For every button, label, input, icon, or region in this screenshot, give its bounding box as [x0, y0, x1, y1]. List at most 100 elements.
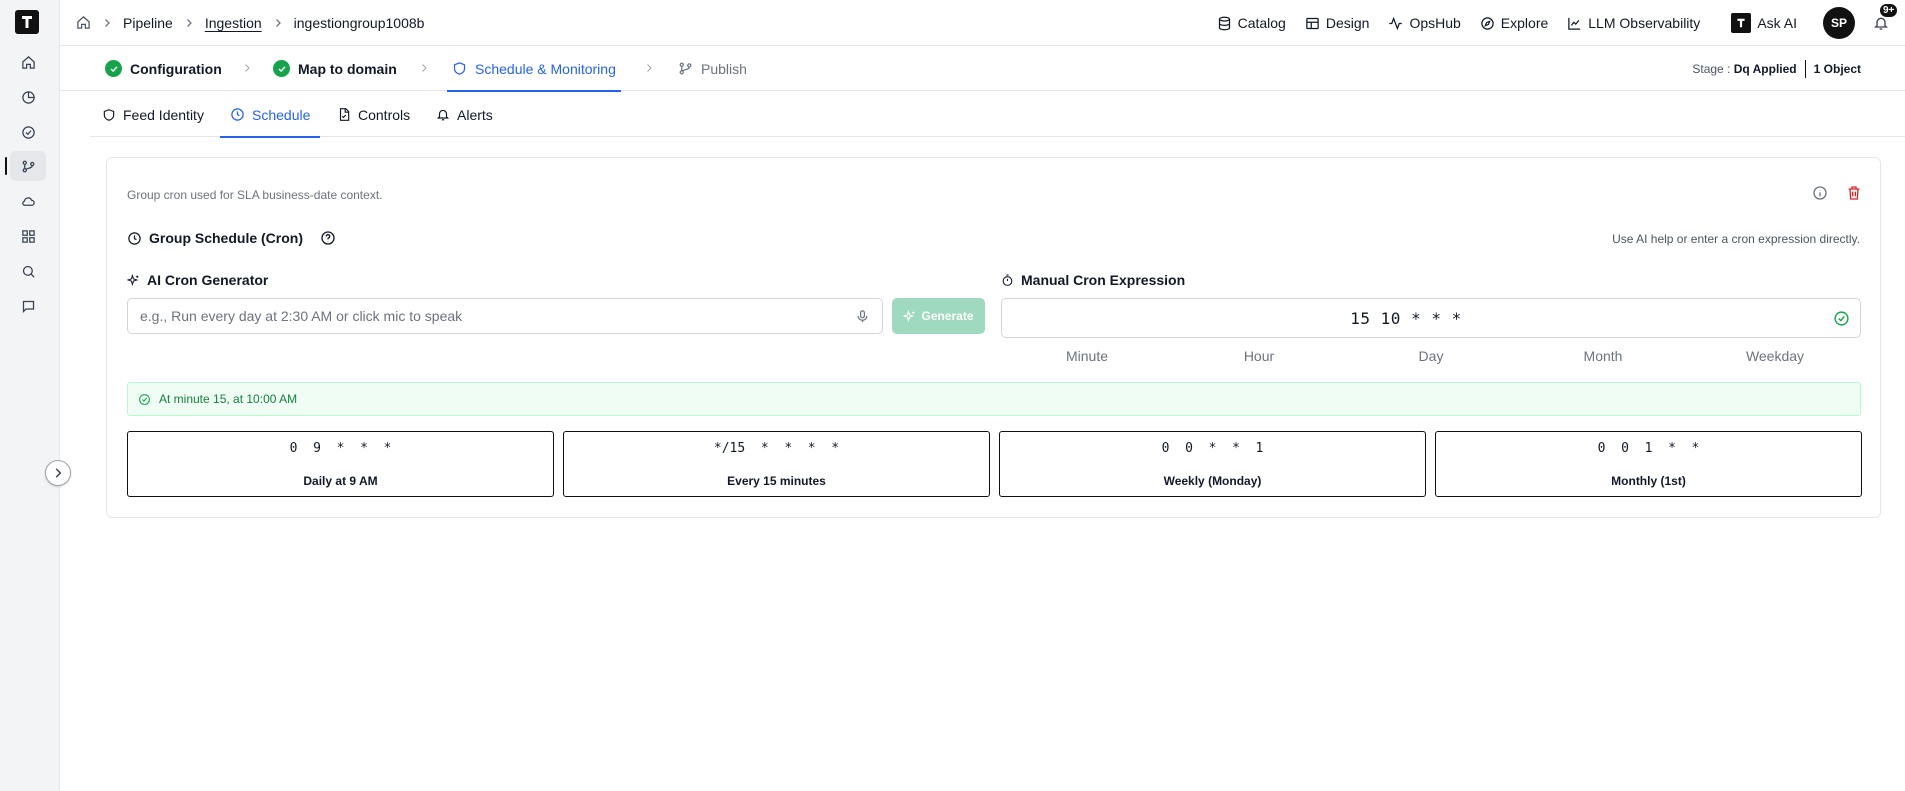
ai-generator-label-text: AI Cron Generator [147, 272, 269, 288]
preset-every-15-minutes[interactable]: */15 * * * * Every 15 minutes [563, 431, 990, 497]
compass-icon [1480, 16, 1495, 31]
bell-icon [436, 107, 450, 122]
top-nav: Catalog Design OpsHub Explore LLM Observ… [1217, 0, 1905, 46]
notification-badge: 9+ [1879, 3, 1899, 18]
info-icon[interactable] [1812, 185, 1828, 201]
check-circle-icon[interactable] [10, 117, 46, 147]
database-icon [1217, 16, 1232, 31]
user-avatar[interactable]: SP [1823, 7, 1855, 39]
chevron-right-icon [418, 60, 430, 76]
tab-alerts[interactable]: Alerts [436, 92, 493, 137]
check-circle-icon [138, 393, 151, 406]
preset-label: Daily at 9 AM [303, 474, 378, 488]
cron-field-weekday: Weekday [1745, 348, 1805, 364]
preset-label: Weekly (Monday) [1163, 474, 1262, 488]
cron-field-day: Day [1418, 348, 1444, 364]
expand-sidebar-button[interactable] [45, 460, 71, 486]
preset-weekly-monday[interactable]: 0 0 * * 1 Weekly (Monday) [999, 431, 1426, 497]
shield-icon [102, 108, 116, 122]
sidebar [0, 0, 60, 791]
stage-status: Stage : Dq Applied 1 Object [1692, 46, 1861, 91]
tab-label: Alerts [457, 106, 493, 123]
app-logo-icon[interactable] [15, 10, 39, 34]
cloud-icon[interactable] [10, 186, 46, 216]
preset-daily-9am[interactable]: 0 9 * * * Daily at 9 AM [127, 431, 554, 497]
nav-llm-observability[interactable]: LLM Observability [1567, 15, 1700, 31]
step-schedule-monitoring[interactable]: Schedule & Monitoring [447, 46, 621, 92]
step-label: Map to domain [298, 60, 397, 77]
notifications-button[interactable]: 9+ [1873, 3, 1899, 31]
schedule-title-text: Group Schedule (Cron) [149, 230, 303, 246]
delete-icon[interactable] [1846, 185, 1862, 201]
step-map-to-domain[interactable]: Map to domain [273, 46, 397, 91]
file-check-icon [337, 107, 351, 122]
preset-label: Monthly (1st) [1611, 474, 1686, 488]
tab-controls[interactable]: Controls [337, 92, 410, 137]
sparkles-icon [127, 273, 140, 287]
cron-field-hour: Hour [1243, 348, 1275, 364]
breadcrumb-pipeline[interactable]: Pipeline [123, 15, 173, 31]
sub-tabs: Feed Identity Schedule Controls Alerts [90, 92, 1905, 138]
nav-opshub[interactable]: OpsHub [1388, 15, 1461, 31]
cron-field-month: Month [1583, 348, 1623, 364]
breadcrumb: Pipeline Ingestion ingestiongroup1008b [76, 15, 424, 31]
card-actions [1812, 185, 1862, 201]
check-circle-icon [273, 60, 290, 77]
step-configuration[interactable]: Configuration [105, 46, 222, 91]
grid-apps-icon[interactable] [10, 221, 46, 251]
step-label: Configuration [130, 60, 222, 77]
preset-monthly-1st[interactable]: 0 0 1 * * Monthly (1st) [1435, 431, 1862, 497]
ask-ai-logo-icon [1731, 13, 1752, 33]
help-icon[interactable] [320, 230, 336, 246]
workflow-stepper: Configuration Map to domain Schedule & M… [60, 46, 1905, 92]
card-description: Group cron used for SLA business-date co… [127, 188, 383, 202]
manual-cron-field [1001, 298, 1861, 338]
preset-expression: 0 0 * * 1 [1161, 441, 1264, 456]
pipeline-branch-icon[interactable] [5, 151, 46, 181]
tab-label: Controls [358, 106, 411, 123]
ai-cron-field [127, 298, 883, 334]
nav-opshub-label: OpsHub [1409, 15, 1461, 31]
preset-expression: 0 9 * * * [289, 441, 392, 456]
schedule-card: Group cron used for SLA business-date co… [106, 157, 1881, 518]
step-publish[interactable]: Publish [678, 46, 747, 91]
valid-check-icon [1833, 310, 1850, 327]
nav-ask-ai-label: Ask AI [1757, 15, 1797, 31]
breadcrumb-ingestion[interactable]: Ingestion [205, 15, 262, 31]
nav-explore[interactable]: Explore [1480, 15, 1548, 31]
chat-icon[interactable] [10, 291, 46, 321]
clock-icon [230, 107, 245, 122]
manual-cron-input[interactable] [1002, 299, 1860, 337]
home-icon[interactable] [76, 15, 91, 30]
clock-history-icon[interactable] [10, 82, 46, 112]
cron-field-labels: Minute Hour Day Month Weekday [1001, 348, 1861, 368]
nav-ask-ai[interactable]: Ask AI [1731, 13, 1797, 33]
generate-button[interactable]: Generate [892, 298, 985, 334]
preset-expression: */15 * * * * [713, 441, 840, 456]
line-chart-icon [1567, 16, 1582, 31]
generate-button-label: Generate [921, 309, 974, 323]
search-icon[interactable] [10, 256, 46, 286]
object-count: 1 Object [1813, 61, 1861, 76]
nav-catalog[interactable]: Catalog [1217, 15, 1286, 31]
nav-design[interactable]: Design [1305, 15, 1369, 31]
stage-divider [1804, 59, 1806, 78]
chevron-right-icon [643, 60, 655, 76]
step-label: Publish [701, 60, 747, 77]
preset-label: Every 15 minutes [727, 474, 826, 488]
schedule-title: Group Schedule (Cron) [127, 230, 336, 246]
manual-cron-label-text: Manual Cron Expression [1021, 272, 1186, 288]
chevron-right-icon [101, 17, 113, 29]
breadcrumb-current: ingestiongroup1008b [293, 14, 425, 31]
ai-cron-input[interactable] [140, 308, 855, 324]
tab-feed-identity[interactable]: Feed Identity [102, 92, 204, 137]
git-branch-icon [678, 61, 693, 76]
microphone-icon[interactable] [855, 309, 870, 324]
ai-generator-label: AI Cron Generator [127, 272, 268, 288]
chevron-right-icon [183, 17, 195, 29]
tab-schedule[interactable]: Schedule [219, 92, 321, 138]
home-icon[interactable] [10, 47, 46, 77]
timer-icon [1001, 274, 1014, 287]
clock-icon [127, 231, 142, 246]
shield-icon [452, 61, 467, 76]
